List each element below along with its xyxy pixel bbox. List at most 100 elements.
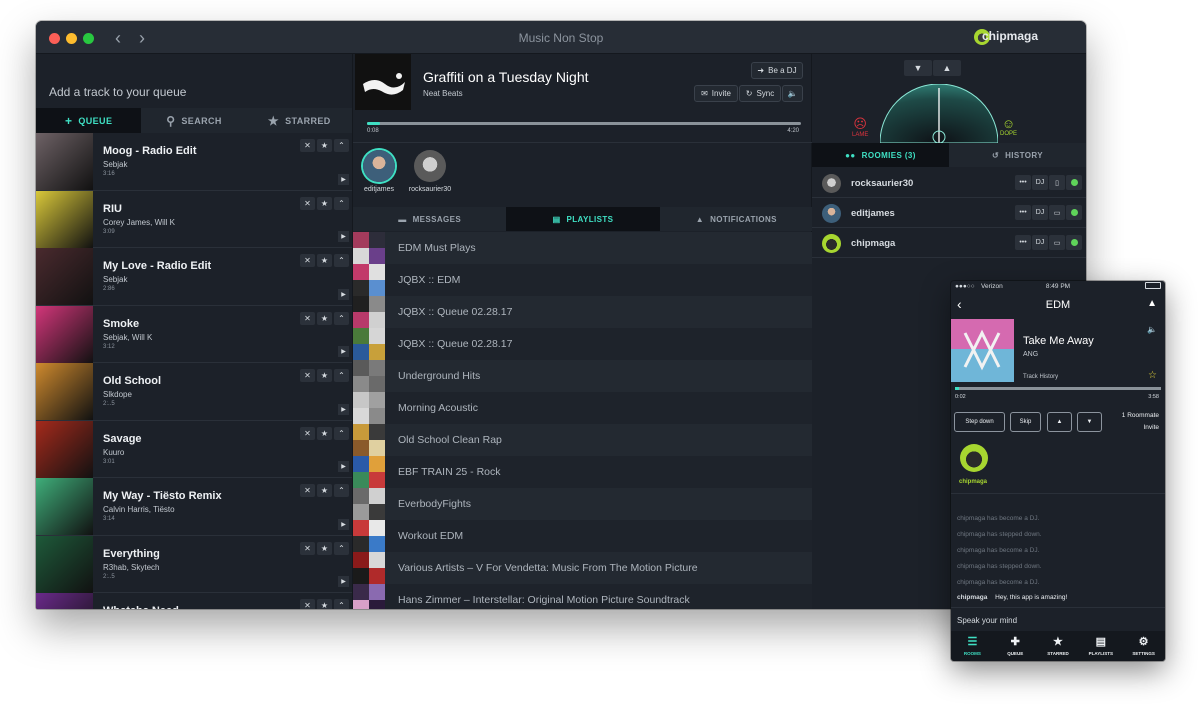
tab-search[interactable]: ⚲ SEARCH [141,108,247,133]
tab-roomies[interactable]: ●● ROOMIES (3) [812,143,949,167]
playlist-item[interactable]: JQBX :: Queue 02.28.17 [353,328,813,360]
be-a-dj-button[interactable]: ➜ Be a DJ [751,62,803,79]
thumbs-down-button[interactable]: ▼ [904,60,932,76]
more-options-button[interactable]: ••• [1015,175,1031,190]
remove-track-button[interactable]: ✕ [300,541,315,555]
playlist-item[interactable]: Workout EDM [353,520,813,552]
playlist-item[interactable]: Old School Clean Rap [353,424,813,456]
star-track-button[interactable]: ★ [317,541,332,555]
playlist-item[interactable]: JQBX :: EDM [353,264,813,296]
more-options-button[interactable]: ••• [1015,235,1031,250]
tab-history[interactable]: ↺ HISTORY [949,143,1086,167]
queue-track[interactable]: Savage Kuuro 3:01 ✕ ★ ⌃ ▶ [36,420,352,478]
playlist-item[interactable]: Underground Hits [353,360,813,392]
play-preview-button[interactable]: ▶ [338,288,349,300]
move-up-button[interactable]: ⌃ [334,196,349,210]
queue-track[interactable]: My Love - Radio Edit Sebjak 2:86 ✕ ★ ⌃ ▶ [36,248,352,306]
move-up-button[interactable]: ⌃ [334,369,349,382]
thumbs-up-button[interactable]: ▲ [933,60,961,76]
roomie-row[interactable]: chipmaga ••• DJ ▭ [812,228,1086,258]
roommate-count[interactable]: 1 Roommate [1122,412,1159,419]
volume-button[interactable]: 🔈 [782,85,803,102]
playback-progress-bar[interactable] [367,122,801,125]
move-up-button[interactable]: ⌃ [334,541,349,555]
bell-icon[interactable]: ▲ [1147,298,1157,309]
tab-notifications[interactable]: ▲ NOTIFICATIONS [659,207,813,231]
mobile-progress-bar[interactable] [955,387,1161,390]
star-track-button[interactable]: ★ [317,599,332,609]
playlist-item[interactable]: EverbodyFights [353,488,813,520]
star-track-button[interactable]: ★ [317,426,332,440]
move-up-button[interactable]: ⌃ [334,426,349,440]
tab-messages[interactable]: ▬ MESSAGES [353,207,507,231]
play-preview-button[interactable]: ▶ [338,518,349,530]
remove-track-button[interactable]: ✕ [300,369,315,382]
invite-link[interactable]: Invite [1143,424,1159,431]
skip-button[interactable]: Skip [1010,412,1041,432]
playlist-item[interactable]: EDM Must Plays [353,232,813,264]
playlist-item[interactable]: JQBX :: Queue 02.28.17 [353,296,813,328]
star-track-button[interactable]: ★ [317,254,332,267]
mobile-tab-settings[interactable]: ⚙ SETTINGS [1122,631,1165,661]
roomie-row[interactable]: rocksaurier30 ••• DJ ▯ [812,168,1086,198]
remove-track-button[interactable]: ✕ [300,484,315,497]
invite-button[interactable]: ✉ Invite [694,85,738,102]
playlist-item[interactable]: EBF TRAIN 25 - Rock [353,456,813,488]
thumbs-up-button[interactable]: ▲ [1047,412,1072,432]
play-preview-button[interactable]: ▶ [338,403,349,415]
remove-track-button[interactable]: ✕ [300,254,315,267]
star-icon[interactable]: ☆ [1148,370,1157,381]
step-down-button[interactable]: Step down [954,412,1005,432]
more-options-button[interactable]: ••• [1015,205,1031,220]
roomie-row[interactable]: editjames ••• DJ ▭ [812,198,1086,228]
tab-queue[interactable]: + QUEUE [36,108,142,133]
move-up-button[interactable]: ⌃ [334,139,349,152]
queue-track[interactable]: RIU Corey James, Will K 3:09 ✕ ★ ⌃ ▶ [36,190,352,248]
star-track-button[interactable]: ★ [317,139,332,152]
star-track-button[interactable]: ★ [317,484,332,497]
star-track-button[interactable]: ★ [317,196,332,210]
remove-track-button[interactable]: ✕ [300,139,315,152]
remove-track-button[interactable]: ✕ [300,426,315,440]
move-up-button[interactable]: ⌃ [334,311,349,325]
queue-track[interactable]: Smoke Sebjak, Will K 3:12 ✕ ★ ⌃ ▶ [36,305,352,363]
move-up-button[interactable]: ⌃ [334,254,349,267]
remove-track-button[interactable]: ✕ [300,311,315,325]
thumbs-down-button[interactable]: ▼ [1077,412,1102,432]
move-up-button[interactable]: ⌃ [334,599,349,609]
queue-track[interactable]: Old School Slkdope 2:..5 ✕ ★ ⌃ ▶ [36,363,352,421]
play-preview-button[interactable]: ▶ [338,461,349,472]
track-history-link[interactable]: Track History [1023,374,1058,380]
mobile-dj-avatar[interactable] [960,444,988,472]
remove-track-button[interactable]: ✕ [300,196,315,210]
queue-track[interactable]: Moog - Radio Edit Sebjak 3:16 ✕ ★ ⌃ ▶ [36,133,352,191]
speaker-icon[interactable]: 🔈 [1147,325,1157,334]
system-message: chipmaga has become a DJ. [957,579,1040,586]
playlist-item[interactable]: Morning Acoustic [353,392,813,424]
playlist-item[interactable]: Various Artists – V For Vendetta: Music … [353,552,813,584]
play-preview-button[interactable]: ▶ [338,173,349,185]
remove-track-button[interactable]: ✕ [300,599,315,609]
star-track-button[interactable]: ★ [317,369,332,382]
sync-button[interactable]: ↻ Sync [739,85,781,102]
chat-input[interactable]: Speak your mind [951,607,1165,631]
dj-editjames[interactable]: editjames [354,150,404,193]
mobile-tab-queue[interactable]: ✚ QUEUE [994,631,1037,661]
play-preview-button[interactable]: ▶ [338,231,349,242]
dj-rocksaurier30[interactable]: rocksaurier30 [405,150,455,193]
queue-track[interactable]: Everything R3hab, Skytech 2:..5 ✕ ★ ⌃ ▶ [36,535,352,593]
user-name[interactable]: chipmaga [982,29,1038,43]
mobile-tab-playlists[interactable]: ▤ PLAYLISTS [1079,631,1122,661]
move-up-button[interactable]: ⌃ [334,484,349,497]
lame-text: LAME [852,132,869,138]
queue-track[interactable]: My Way - Tiësto Remix Calvin Harris, Tiës… [36,478,352,536]
play-preview-button[interactable]: ▶ [338,346,349,357]
star-track-button[interactable]: ★ [317,311,332,325]
queue-track[interactable]: Whatcha NeedW&W✕★⌃▶ [36,593,352,609]
tab-playlists[interactable]: ▤ PLAYLISTS [506,207,660,231]
mobile-tab-rooms[interactable]: ☰ ROOMS [951,631,994,661]
playlist-item[interactable]: Hans Zimmer – Interstellar: Original Mot… [353,584,813,609]
play-preview-button[interactable]: ▶ [338,576,349,587]
tab-starred[interactable]: ★ STARRED [246,108,352,133]
mobile-tab-starred[interactable]: ★ STARRED [1037,631,1080,661]
